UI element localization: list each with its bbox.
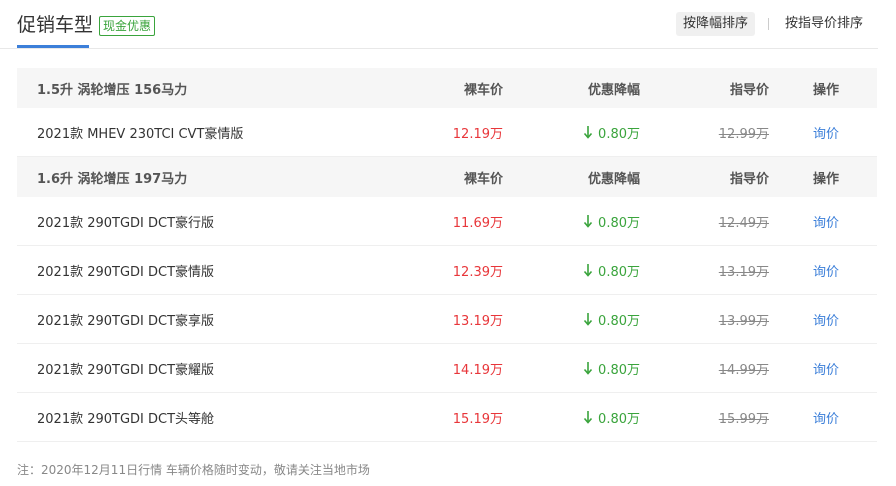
- promo-page: 促销车型 现金优惠 按降幅排序 按指导价排序 1.5升 涡轮增压 156马力裸车…: [0, 0, 896, 486]
- footnote: 注：2020年12月11日行情 车辆价格随时变动，敬请关注当地市场: [17, 463, 370, 477]
- sort-by-discount-button[interactable]: 按降幅排序: [676, 12, 756, 36]
- title-underline: [17, 45, 89, 48]
- bare-price: 12.19万: [452, 126, 503, 142]
- model-name: 2021款 290TGDI DCT头等舱: [37, 411, 215, 427]
- guide-price: 13.19万: [718, 264, 769, 280]
- bare-price: 13.19万: [452, 313, 503, 329]
- arrow-down-icon: [583, 215, 593, 228]
- page-title: 促销车型: [17, 14, 94, 36]
- arrow-down-icon: [583, 126, 593, 139]
- table-row: 2021款 290TGDI DCT豪享版 13.19万 0.80万 13.99万 询价: [17, 295, 877, 344]
- table-row: 2021款 290TGDI DCT头等舱 15.19万 0.80万 15.99万 询价: [17, 393, 877, 442]
- bare-price: 11.69万: [452, 215, 503, 231]
- guide-price: 15.99万: [718, 411, 769, 427]
- inquire-link[interactable]: 询价: [813, 295, 839, 343]
- bare-price: 14.19万: [452, 362, 503, 378]
- engine-label: 1.5升 涡轮增压 156马力: [37, 82, 188, 98]
- guide-price: 14.99万: [718, 362, 769, 378]
- discount-value: 0.80万: [598, 215, 640, 231]
- discount-amount: 0.80万: [583, 295, 640, 343]
- discount-amount: 0.80万: [583, 344, 640, 392]
- arrow-down-icon: [583, 313, 593, 326]
- inquire-link[interactable]: 询价: [813, 344, 839, 392]
- discount-value: 0.80万: [598, 362, 640, 378]
- col-header-discount: 优惠降幅: [587, 171, 640, 187]
- col-header-op: 操作: [812, 171, 839, 187]
- cash-discount-badge: 现金优惠: [99, 16, 156, 36]
- model-name: 2021款 290TGDI DCT豪享版: [37, 313, 215, 329]
- model-name: 2021款 MHEV 230TCI CVT豪情版: [37, 126, 244, 142]
- engine-group-header: 1.6升 涡轮增压 197马力 裸车价 优惠降幅 指导价 操作: [17, 157, 877, 197]
- model-name: 2021款 290TGDI DCT豪耀版: [37, 362, 215, 378]
- arrow-down-icon: [583, 362, 593, 375]
- header: 促销车型 现金优惠 按降幅排序 按指导价排序: [0, 0, 878, 49]
- guide-price: 12.99万: [718, 126, 769, 142]
- discount-value: 0.80万: [598, 411, 640, 427]
- inquire-link[interactable]: 询价: [813, 197, 839, 245]
- bare-price: 15.19万: [452, 411, 503, 427]
- arrow-down-icon: [583, 411, 593, 424]
- table-row: 2021款 290TGDI DCT豪情版 12.39万 0.80万 13.19万 询价: [17, 246, 877, 295]
- col-header-op: 操作: [812, 82, 839, 98]
- col-header-price: 裸车价: [463, 171, 503, 187]
- discount-amount: 0.80万: [583, 393, 640, 441]
- table-row: 2021款 290TGDI DCT豪耀版 14.19万 0.80万 14.99万 询价: [17, 344, 877, 393]
- discount-amount: 0.80万: [583, 108, 640, 156]
- engine-group-header: 1.5升 涡轮增压 156马力 裸车价 优惠降幅 指导价 操作: [17, 68, 877, 108]
- engine-label: 1.6升 涡轮增压 197马力: [37, 171, 188, 187]
- arrow-down-icon: [583, 264, 593, 277]
- model-name: 2021款 290TGDI DCT豪行版: [37, 215, 215, 231]
- inquire-link[interactable]: 询价: [813, 393, 839, 441]
- discount-value: 0.80万: [598, 126, 640, 142]
- promo-table: 1.5升 涡轮增压 156马力 裸车价 优惠降幅 指导价 操作 2021款 MHEV 23…: [17, 68, 877, 442]
- col-header-guide-price: 指导价: [729, 171, 769, 187]
- sort-by-guide-price-button[interactable]: 按指导价排序: [785, 12, 863, 36]
- table-row: 2021款 MHEV 230TCI CVT豪情版 12.19万 0.80万 12.99…: [17, 108, 877, 157]
- col-header-guide-price: 指导价: [729, 82, 769, 98]
- discount-value: 0.80万: [598, 313, 640, 329]
- model-name: 2021款 290TGDI DCT豪情版: [37, 264, 215, 280]
- discount-amount: 0.80万: [583, 197, 640, 245]
- sort-divider: [768, 18, 769, 30]
- col-header-discount: 优惠降幅: [587, 82, 640, 98]
- discount-value: 0.80万: [598, 264, 640, 280]
- inquire-link[interactable]: 询价: [813, 108, 839, 156]
- inquire-link[interactable]: 询价: [813, 246, 839, 294]
- table-row: 2021款 290TGDI DCT豪行版 11.69万 0.80万 12.49万 询价: [17, 197, 877, 246]
- discount-amount: 0.80万: [583, 246, 640, 294]
- col-header-price: 裸车价: [463, 82, 503, 98]
- bare-price: 12.39万: [452, 264, 503, 280]
- guide-price: 13.99万: [718, 313, 769, 329]
- guide-price: 12.49万: [718, 215, 769, 231]
